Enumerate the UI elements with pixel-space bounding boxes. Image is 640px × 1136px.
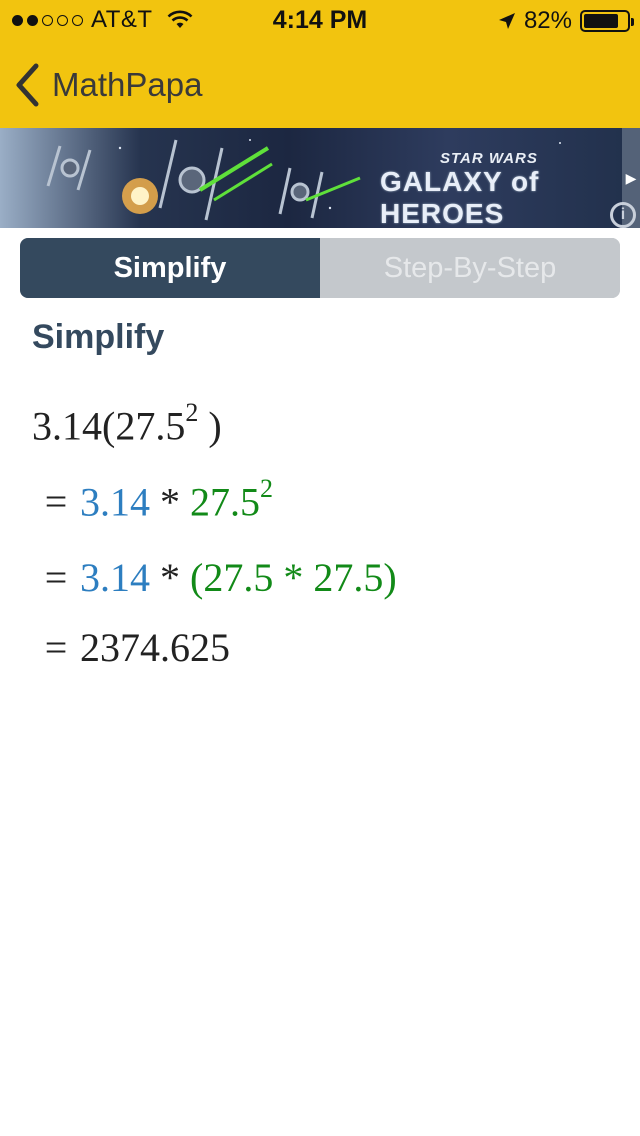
location-arrow-icon	[498, 13, 515, 29]
result-value: 2374.625	[80, 625, 230, 670]
equals-sign: =	[44, 555, 68, 600]
battery-fill	[584, 14, 619, 28]
segmented-control: Simplify Step-By-Step	[20, 238, 620, 298]
equals-sign: =	[44, 479, 68, 525]
navigation-bar: MathPapa	[0, 40, 640, 128]
battery-percent: 82%	[523, 7, 572, 34]
chevron-left-icon	[16, 63, 39, 107]
operator: *	[150, 479, 190, 525]
top-bar: AT&T 4:14 PM 82% MathPapa	[0, 0, 640, 128]
battery-icon	[580, 10, 634, 32]
ad-info-icon[interactable]: i	[610, 202, 636, 228]
back-button[interactable]: MathPapa	[14, 60, 202, 110]
term-a: 3.14	[80, 555, 150, 600]
step-row: = 3.14 * (27.5 * 27.5)	[32, 554, 397, 601]
term-b-exponent: 2	[260, 474, 273, 503]
status-bar: AT&T 4:14 PM 82%	[0, 0, 640, 40]
expression-exponent: 2	[185, 398, 199, 427]
operator: *	[150, 555, 190, 600]
term-b: (27.5 * 27.5)	[190, 555, 397, 600]
equals-sign: =	[44, 625, 68, 670]
input-expression: 3.14(27.52 )	[32, 398, 222, 449]
term-a: 3.14	[80, 479, 150, 525]
ad-brand-main: GALAXY of HEROES	[380, 166, 540, 228]
tab-simplify[interactable]: Simplify	[20, 238, 320, 298]
ad-banner[interactable]: STAR WARS GALAXY of HEROES ▶ i	[0, 128, 640, 228]
expression-close: )	[198, 403, 222, 449]
tab-step-by-step[interactable]: Step-By-Step	[320, 238, 620, 298]
term-b: 27.5	[190, 479, 260, 525]
ad-brand-top: STAR WARS	[440, 150, 538, 167]
step-row: = 3.14 * 27.52	[32, 474, 273, 525]
section-title: Simplify	[32, 318, 165, 356]
back-label: MathPapa	[52, 66, 203, 103]
status-right: 82%	[498, 7, 634, 35]
result-row: = 2374.625	[32, 624, 230, 671]
expression-base: 3.14(27.5	[32, 403, 186, 449]
